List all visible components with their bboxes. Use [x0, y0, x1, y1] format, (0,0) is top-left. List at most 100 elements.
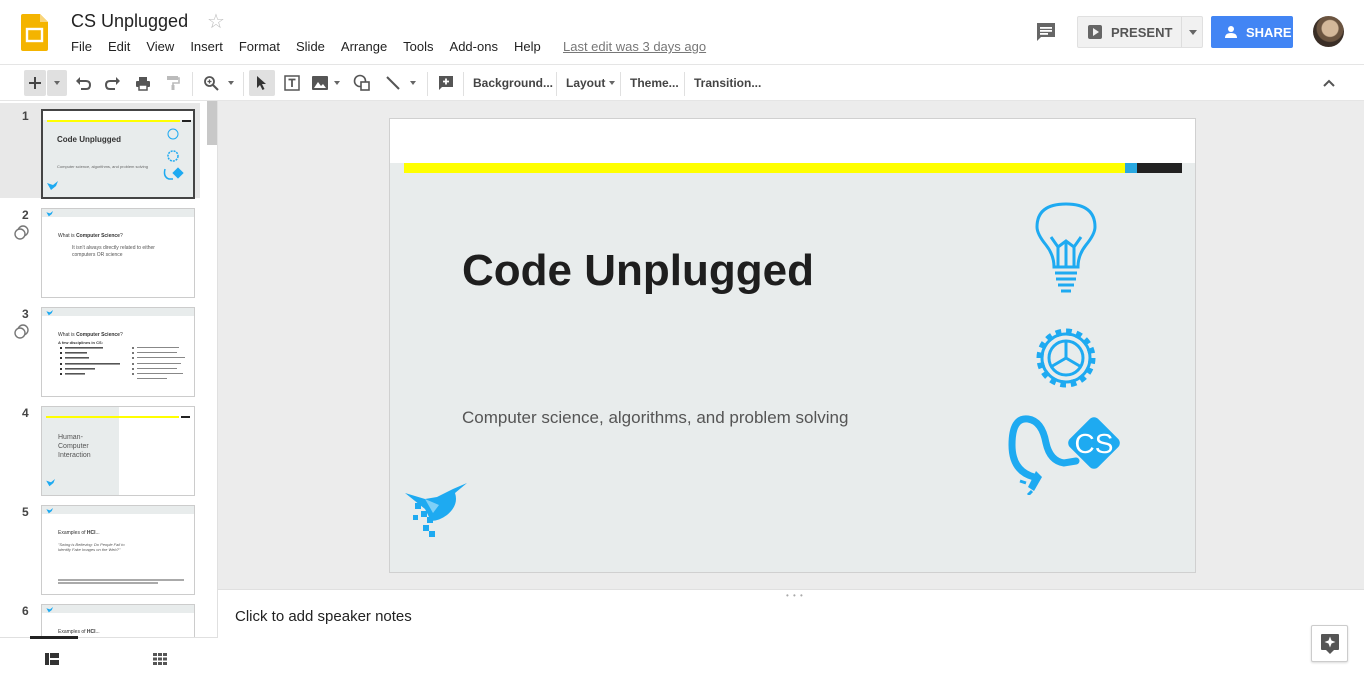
slide-title[interactable]: Code Unplugged	[462, 246, 814, 296]
filmstrip-view-switcher	[0, 636, 218, 677]
paint-format-button[interactable]	[162, 70, 184, 96]
star-icon[interactable]: ☆	[207, 9, 225, 34]
new-slide-dropdown[interactable]	[47, 70, 67, 96]
background-button[interactable]: Background...	[473, 70, 553, 96]
line-icon	[386, 76, 400, 90]
slide-thumbnail-4[interactable]: 4 Human-Computer Interaction	[0, 400, 200, 496]
menu-format[interactable]: Format	[239, 39, 280, 54]
menu-view[interactable]: View	[146, 39, 174, 54]
thumb-yellow-bar	[46, 416, 179, 418]
notes-resize-handle[interactable]: • • •	[218, 589, 1364, 600]
theme-button[interactable]: Theme...	[630, 70, 679, 96]
cursor-arrow-icon	[257, 76, 266, 90]
thumb-heading-pre: Examples of	[58, 629, 87, 635]
thumb-bullet-line	[132, 377, 192, 382]
thumbnail-preview: Examples of HCI... "Swing is Believing: …	[41, 505, 195, 595]
thumb-heading-bold: HCI	[86, 629, 96, 635]
slide-thumbnail-3[interactable]: 3 What is Computer Science? A few discip…	[0, 301, 200, 397]
text-box-button[interactable]	[281, 70, 303, 96]
thumb-header-band	[43, 111, 193, 120]
linked-slide-icon	[14, 225, 29, 240]
slide-thumbnail-1[interactable]: 1 Code Unplugged Computer science, algor…	[0, 103, 200, 199]
slide-header-band	[390, 119, 1195, 163]
thumb-heading: Examples of HCI...	[58, 530, 100, 536]
toolbar-divider	[192, 72, 193, 96]
account-avatar[interactable]	[1313, 16, 1344, 47]
last-edit-link[interactable]: Last edit was 3 days ago	[563, 39, 706, 54]
thumbnail-preview: What is Computer Science? It isn't alway…	[41, 208, 195, 298]
share-button[interactable]: SHARE	[1211, 16, 1293, 48]
chevron-down-icon	[228, 81, 234, 85]
thumb-bullet-line	[60, 346, 120, 350]
zoom-icon	[204, 76, 219, 91]
print-button[interactable]	[132, 70, 154, 96]
menu-addons[interactable]: Add-ons	[450, 39, 498, 54]
toolbar: Background... Layout Theme... Transition…	[0, 64, 1364, 101]
thumb-icons	[163, 128, 184, 180]
slides-logo-icon[interactable]	[21, 14, 48, 51]
toolbar-divider	[684, 72, 685, 96]
thumb-bullets-right	[132, 346, 192, 382]
filmstrip-view-icon[interactable]	[45, 653, 59, 665]
menu-insert[interactable]: Insert	[190, 39, 223, 54]
person-add-icon	[1225, 26, 1237, 38]
layout-button[interactable]: Layout	[566, 70, 615, 96]
redo-button[interactable]	[102, 70, 124, 96]
thumb-dark-bar	[182, 120, 191, 122]
line-dropdown[interactable]	[406, 70, 420, 96]
thumb-title: Human-Computer Interaction	[58, 434, 91, 459]
image-button[interactable]	[309, 70, 331, 96]
thumb-bullet-line	[60, 356, 120, 361]
speaker-notes-placeholder[interactable]: Click to add speaker notes	[235, 608, 412, 625]
menu-file[interactable]: File	[71, 39, 92, 54]
image-dropdown[interactable]	[331, 70, 343, 96]
document-title[interactable]: CS Unplugged	[71, 11, 188, 32]
select-tool-button[interactable]	[249, 70, 275, 96]
collapse-toolbar-button[interactable]	[1318, 70, 1340, 96]
lightbulb-icon[interactable]	[1034, 201, 1098, 297]
insert-comment-button[interactable]	[435, 70, 457, 96]
slide-subtitle[interactable]: Computer science, algorithms, and proble…	[462, 408, 848, 428]
undo-icon	[76, 77, 91, 90]
grid-view-icon[interactable]	[153, 653, 167, 665]
speaker-notes-panel[interactable]: Click to add speaker notes	[218, 597, 1364, 677]
menu-arrange[interactable]: Arrange	[341, 39, 387, 54]
current-slide[interactable]: Code Unplugged Computer science, algorit…	[389, 118, 1196, 573]
play-icon	[1088, 25, 1102, 39]
filmstrip-scrollbar[interactable]	[207, 101, 217, 145]
explore-icon	[1321, 634, 1339, 654]
menu-help[interactable]: Help	[514, 39, 541, 54]
shape-button[interactable]	[351, 70, 373, 96]
thumb-bird-logo	[46, 479, 55, 487]
explore-button[interactable]	[1311, 625, 1348, 662]
present-button[interactable]: PRESENT	[1077, 16, 1203, 48]
menu-edit[interactable]: Edit	[108, 39, 130, 54]
slide-thumbnail-6[interactable]: 6 Examples of HCI...	[0, 598, 200, 637]
zoom-button[interactable]	[200, 70, 222, 96]
thumb-heading: What is Computer Science?	[58, 233, 123, 239]
menu-tools[interactable]: Tools	[403, 39, 433, 54]
slide-thumbnail-5[interactable]: 5 Examples of HCI... "Swing is Believing…	[0, 499, 200, 595]
chevron-down-icon	[334, 81, 340, 85]
present-options-dropdown[interactable]	[1181, 17, 1204, 47]
thumb-bird-logo	[46, 607, 53, 613]
gear-icon[interactable]	[1032, 324, 1100, 392]
line-button[interactable]	[382, 70, 404, 96]
text-box-icon	[284, 75, 300, 91]
undo-button[interactable]	[72, 70, 94, 96]
thumb-subtitle: Computer science, algorithms, and proble…	[57, 164, 148, 169]
cs-plug-icon[interactable]: CS	[1006, 413, 1122, 495]
chevron-down-icon	[54, 81, 60, 85]
linked-slide-icon	[14, 324, 29, 339]
slide-thumbnail-2[interactable]: 2 What is Computer Science? It isn't alw…	[0, 202, 200, 298]
zoom-dropdown[interactable]	[224, 70, 238, 96]
thumb-bullet-line	[60, 361, 120, 366]
menu-slide[interactable]: Slide	[296, 39, 325, 54]
hummingbird-logo[interactable]	[403, 483, 469, 539]
thumb-header-band	[42, 308, 194, 316]
new-slide-button[interactable]	[24, 70, 46, 96]
transition-button[interactable]: Transition...	[694, 70, 761, 96]
cs-badge-text: CS	[1075, 428, 1114, 459]
comments-icon[interactable]	[1034, 20, 1058, 44]
thumbnail-preview: Code Unplugged Computer science, algorit…	[41, 109, 195, 199]
